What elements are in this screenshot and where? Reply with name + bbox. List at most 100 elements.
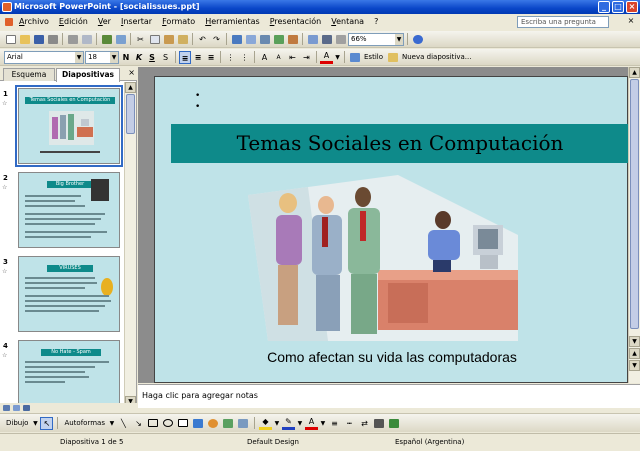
undo-icon[interactable]: ↶ [196,33,209,46]
font-color-icon[interactable]: A [320,51,333,64]
menu-herramientas[interactable]: Herramientas [200,14,265,30]
chevron-down-icon[interactable]: ▼ [320,417,326,430]
chevron-down-icon[interactable]: ▼ [109,417,115,430]
thumbnail-scrollbar[interactable]: ▲ ▼ [124,82,136,407]
rectangle-icon[interactable] [147,417,160,430]
underline-button[interactable]: S [146,51,158,64]
chevron-down-icon[interactable]: ▼ [32,417,38,430]
wordart-icon[interactable] [192,417,205,430]
line-style-icon[interactable]: ≡ [328,417,341,430]
line-icon[interactable]: ╲ [117,417,130,430]
shadow-style-icon[interactable] [373,417,386,430]
document-icon[interactable] [4,16,14,29]
numbering-icon[interactable]: ⋮ [224,51,237,64]
format-painter-icon[interactable] [176,33,189,46]
design-icon[interactable] [348,51,361,64]
decrease-font-icon[interactable]: A [272,51,285,64]
open-folder-icon[interactable] [18,33,31,46]
slide-subtitle[interactable]: Como afectan su vida las computadoras [155,349,629,365]
oval-icon[interactable] [162,417,175,430]
next-slide-icon[interactable]: ▼ [629,360,640,371]
decrease-indent-icon[interactable]: ⇤ [286,51,299,64]
help-icon[interactable] [411,33,424,46]
slide-scrollbar[interactable]: ▲ ▼ ▲ ▼ [628,67,640,383]
menu-presentacion[interactable]: Presentación [265,14,327,30]
insert-table-icon[interactable] [244,33,257,46]
zoom-select[interactable]: 66% ▼ [348,32,404,46]
textbox-icon[interactable] [177,417,190,430]
new-document-icon[interactable] [4,33,17,46]
autoshapes-menu-button[interactable]: Autoformas [62,419,107,427]
expand-all-icon[interactable] [306,33,319,46]
save-icon[interactable] [32,33,45,46]
spelling-icon[interactable] [100,33,113,46]
increase-font-icon[interactable]: A [258,51,271,64]
insert-chart-icon[interactable] [230,33,243,46]
slide-sorter-view-icon[interactable] [12,404,21,413]
cut-icon[interactable]: ✂ [134,33,147,46]
research-icon[interactable] [114,33,127,46]
grayscale-icon[interactable] [334,33,347,46]
new-slide-button[interactable]: Nueva diapositiva... [400,53,473,61]
minimize-button[interactable]: _ [598,1,610,13]
slideshow-view-icon[interactable] [22,404,31,413]
slide-thumbnail-2[interactable]: Big Brother [18,172,120,248]
slide-design-button[interactable]: Estilo [362,53,385,61]
menu-ver[interactable]: Ver [93,14,116,30]
chevron-down-icon[interactable]: ▼ [274,417,280,430]
arrow-icon[interactable]: ↘ [132,417,145,430]
menu-help[interactable]: ? [369,14,383,30]
print-preview-icon[interactable] [80,33,93,46]
scrollbar-thumb[interactable] [630,79,639,329]
italic-button[interactable]: K [133,51,145,64]
menu-formato[interactable]: Formato [157,14,200,30]
align-right-button[interactable]: ≡ [205,51,217,64]
menu-ventana[interactable]: Ventana [326,14,369,30]
redo-icon[interactable]: ↷ [210,33,223,46]
clipart-icon[interactable] [222,417,235,430]
3d-style-icon[interactable] [388,417,401,430]
insert-picture-icon[interactable] [272,33,285,46]
menu-edicion[interactable]: Edición [54,14,93,30]
paste-icon[interactable] [162,33,175,46]
show-formatting-icon[interactable] [320,33,333,46]
copy-icon[interactable] [148,33,161,46]
tab-outline[interactable]: Esquema [3,68,55,81]
select-pointer-icon[interactable]: ↖ [40,416,54,430]
chevron-down-icon[interactable]: ▼ [297,417,303,430]
notes-pane[interactable]: Haga clic para agregar notas [138,384,640,408]
new-slide-icon[interactable] [386,51,399,64]
diagram-icon[interactable] [207,417,220,430]
document-close-icon[interactable]: × [626,16,636,26]
bullets-icon[interactable]: ⋮ [238,51,251,64]
slide-title[interactable]: Temas Sociales en Computación [171,124,629,163]
pane-close-icon[interactable]: × [128,68,135,77]
increase-indent-icon[interactable]: ⇥ [300,51,313,64]
office-workers-clipart[interactable] [248,175,518,341]
maximize-button[interactable]: □ [612,1,624,13]
slide-thumbnail-3[interactable]: VIRUSES [18,256,120,332]
chevron-down-icon[interactable]: ▼ [334,51,341,64]
bold-button[interactable]: N [120,51,132,64]
previous-slide-icon[interactable]: ▲ [629,348,640,359]
menu-insertar[interactable]: Insertar [116,14,157,30]
draw-menu-button[interactable]: Dibujo [4,419,30,427]
scroll-down-icon[interactable]: ▼ [629,336,640,347]
dash-style-icon[interactable]: ┅ [343,417,356,430]
print-icon[interactable] [66,33,79,46]
slide-thumbnail-4[interactable]: No Hate - Spam [18,340,120,407]
menu-archivo[interactable]: Archivo [14,14,54,30]
normal-view-icon[interactable] [2,404,11,413]
font-size-select[interactable]: 18 ▼ [85,50,119,64]
arrow-style-icon[interactable]: ⇄ [358,417,371,430]
bullet-list[interactable]: • • [195,91,200,113]
scroll-up-icon[interactable]: ▲ [629,67,640,78]
shadow-icon[interactable]: S [159,51,172,64]
tab-slides[interactable]: Diapositivas [56,68,120,82]
fill-color-icon[interactable]: ◆ [258,417,272,430]
picture-icon[interactable] [237,417,250,430]
close-button[interactable]: × [626,1,638,13]
font-color-icon[interactable]: A [304,417,318,430]
permission-icon[interactable] [46,33,59,46]
slide-thumbnail-1[interactable]: Temas Sociales en Computación [15,85,123,167]
